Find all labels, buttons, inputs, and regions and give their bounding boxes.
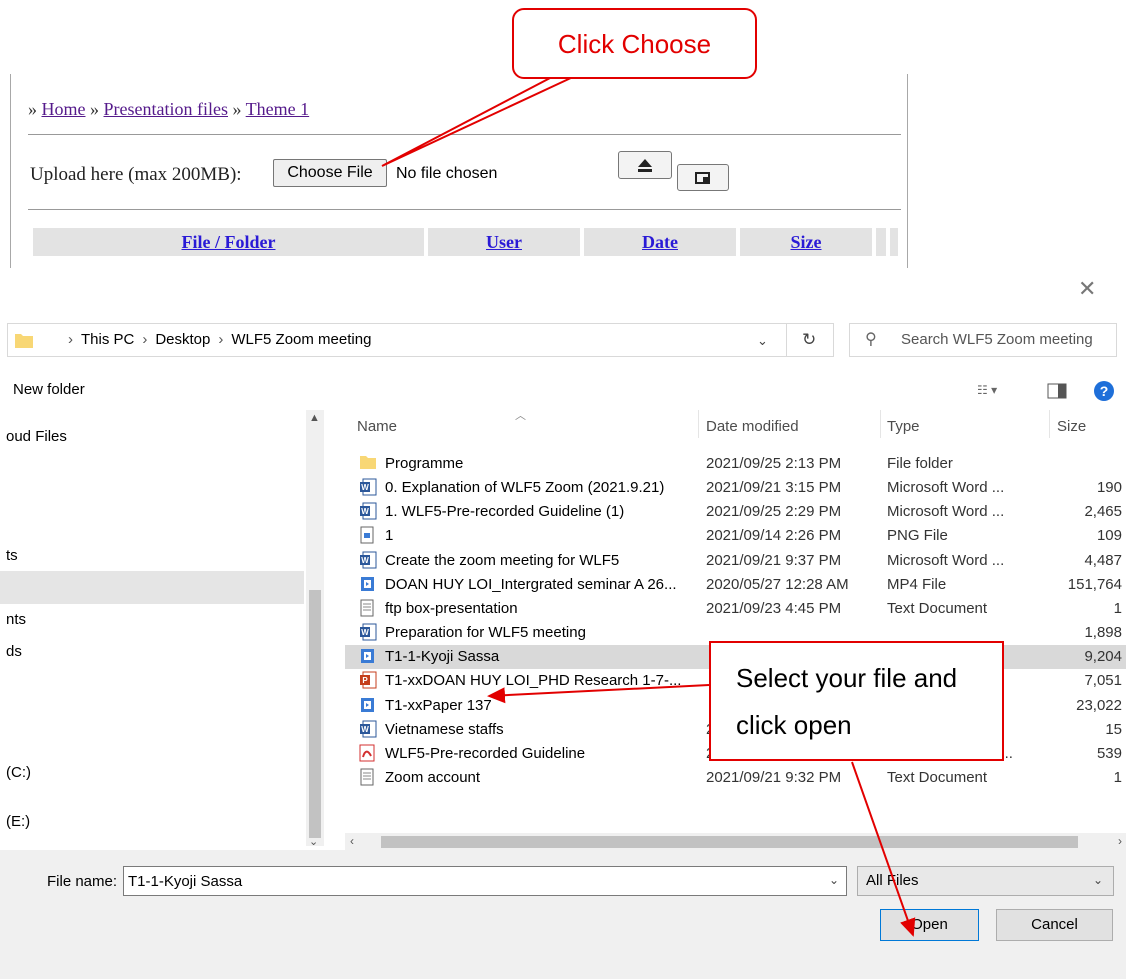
callout-pointer	[381, 76, 574, 167]
arrow-to-open	[851, 761, 916, 937]
arrow-to-file	[487, 684, 710, 704]
annotation-arrows	[381, 76, 916, 937]
callout-line: Select your file and	[736, 663, 958, 693]
callout-line: click open	[736, 710, 852, 740]
callout-select-file: Select your file and click open	[709, 641, 1004, 761]
callout-click-choose: Click Choose	[512, 8, 757, 79]
